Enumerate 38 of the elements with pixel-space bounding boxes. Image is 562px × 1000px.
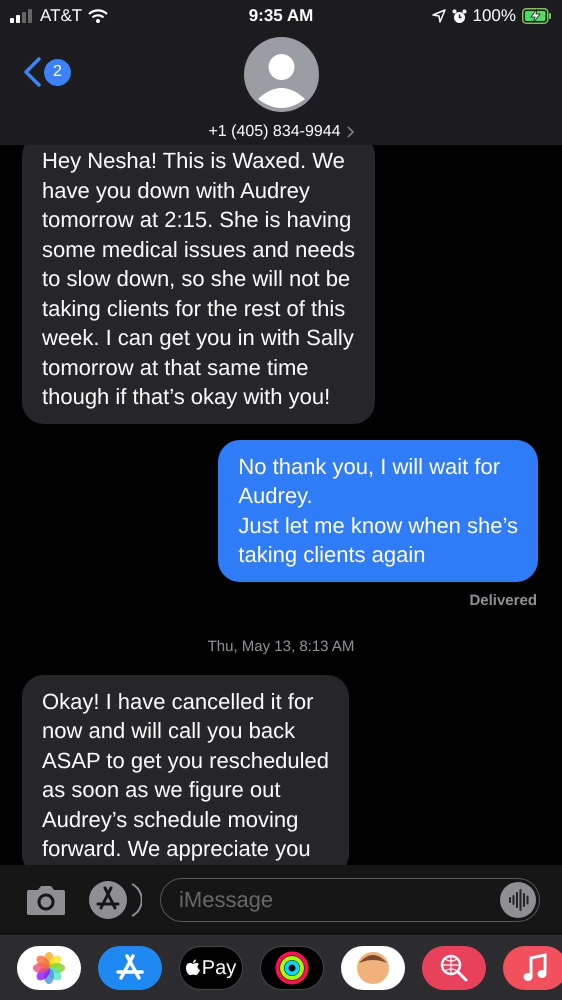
memoji-app-button[interactable] [341, 946, 405, 990]
music-app-button[interactable] [503, 946, 562, 990]
message-input-field[interactable]: iMessage [160, 878, 540, 922]
message-timestamp: Thu, May 13, 8:13 AM [208, 637, 354, 657]
apple-icon [186, 959, 200, 976]
location-icon [432, 9, 446, 23]
web-search-app-button[interactable] [422, 946, 486, 990]
back-chevron-icon [22, 56, 42, 88]
photos-app-button[interactable] [17, 946, 81, 990]
app-store-icon [88, 880, 142, 920]
received-message-bubble: Hey Nesha! This is Waxed. We have you down with Audrey tomorrow at 2:15. She is having some medical issues and needs to slow down, so she will not be taking clients for the rest of this week. I can get you in with Sally tomorrow at that same time though if that’s okay with you! [22, 145, 376, 424]
activity-app-button[interactable] [260, 946, 324, 990]
pay-button[interactable]: Pay [179, 946, 243, 990]
chevron-right-icon [346, 126, 354, 138]
unread-badge: 2 [44, 58, 71, 86]
signal-icon [10, 9, 34, 23]
camera-icon [26, 884, 66, 916]
search-icon [439, 952, 469, 982]
contact-name-button[interactable]: +1 (405) 834-9944 [208, 120, 354, 144]
battery-percent: 100% [472, 5, 516, 28]
avatar-icon [356, 950, 390, 984]
sent-message-bubble: No thank you, I will wait for Audrey. Just let me know when she’s taking clients again [218, 440, 538, 582]
carrier-name: AT&T [40, 5, 82, 28]
app-store-icon [115, 954, 145, 982]
back-button[interactable]: 2 [22, 56, 71, 88]
contact-number: +1 (405) 834-9944 [208, 122, 341, 142]
apps-button[interactable] [88, 880, 142, 920]
music-note-icon [522, 952, 548, 982]
contact-avatar-icon[interactable] [244, 37, 318, 112]
delivery-status: Delivered [469, 590, 537, 610]
clock-time: 9:35 AM [248, 5, 314, 28]
alarm-icon [452, 8, 467, 24]
wifi-icon [88, 9, 108, 23]
audio-wave-icon[interactable] [500, 882, 536, 918]
flower-icon [33, 952, 65, 984]
app-store-button[interactable] [98, 946, 162, 990]
received-message-bubble: Okay! I have cancelled it for now and will call you back ASAP to get you rescheduled as soon as we figure out Audrey’s schedule moving forward. We appreciate you [22, 674, 350, 865]
activity-rings-icon [275, 950, 309, 984]
